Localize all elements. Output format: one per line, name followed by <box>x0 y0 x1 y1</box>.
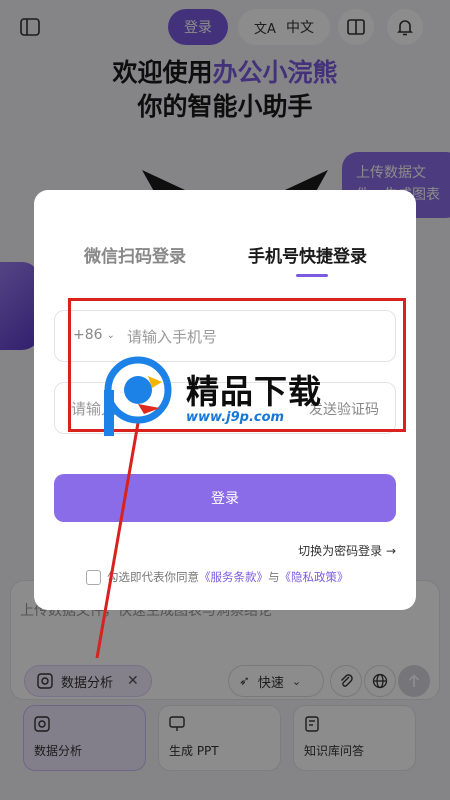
switch-to-password-link[interactable]: 切换为密码登录 → <box>298 542 396 559</box>
privacy-link[interactable]: 《隐私政策》 <box>280 569 349 585</box>
watermark-title: 精品下载 <box>186 372 322 411</box>
agreement-row: 勾选即代表你同意 《服务条款》 与 《隐私政策》 <box>86 569 349 585</box>
watermark-url: www.j9p.com <box>186 410 285 425</box>
agreement-and: 与 <box>268 570 280 584</box>
terms-link[interactable]: 《服务条款》 <box>199 569 268 585</box>
login-submit-button[interactable]: 登录 <box>54 474 396 522</box>
tab-phone-login[interactable]: 手机号快捷登录 <box>248 242 367 267</box>
watermark-logo-icon <box>104 356 172 436</box>
tab-wechat-login[interactable]: 微信扫码登录 <box>84 242 186 267</box>
agreement-checkbox[interactable] <box>86 569 101 585</box>
agreement-prefix: 勾选即代表你同意 <box>107 570 199 584</box>
active-tab-indicator <box>296 274 328 277</box>
